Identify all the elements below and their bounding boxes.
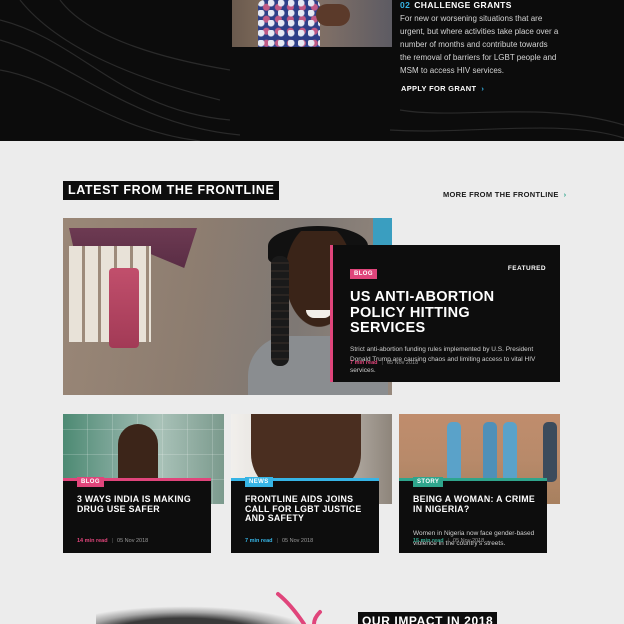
publish-date: 05 Nov 2018	[453, 538, 485, 544]
article-card[interactable]: BLOG 3 WAYS INDIA IS MAKING DRUG USE SAF…	[63, 414, 224, 553]
featured-title[interactable]: US ANTI-ABORTION POLICY HITTING SERVICES	[350, 289, 544, 337]
publish-date: 05 Nov 2018	[281, 538, 314, 544]
article-meta: 14 min read | 05 Nov 2018	[77, 538, 149, 544]
grant-title: 02 CHALLENGE GRANTS	[400, 0, 512, 10]
grants-band: 02 CHALLENGE GRANTS For new or worsening …	[0, 0, 624, 141]
grant-photo	[232, 0, 392, 47]
read-time: 7 min read	[245, 538, 273, 544]
chevron-right-icon: ›	[481, 84, 485, 93]
article-card-body: NEWS FRONTLINE AIDS JOINS CALL FOR LGBT …	[231, 477, 379, 553]
category-tag[interactable]: NEWS	[245, 477, 273, 487]
read-time: 7 min read	[350, 360, 378, 366]
read-time: 14 min read	[77, 538, 108, 544]
category-tag[interactable]: BLOG	[77, 477, 104, 487]
category-tag[interactable]: BLOG	[350, 269, 377, 279]
grant-number: 02	[400, 0, 411, 10]
article-card-body: STORY BEING A WOMAN: A CRIME IN NIGERIA?…	[399, 477, 547, 553]
more-from-frontline-link[interactable]: MORE FROM THE FRONTLINE ›	[443, 190, 566, 199]
article-meta: 15 min read | 05 Nov 2018	[413, 538, 485, 544]
grant-title-text: CHALLENGE GRANTS	[414, 0, 512, 10]
article-card-body: BLOG 3 WAYS INDIA IS MAKING DRUG USE SAF…	[63, 477, 211, 553]
article-meta: 7 min read | 05 Nov 2018	[245, 538, 314, 544]
featured-article-card[interactable]: BLOG FEATURED US ANTI-ABORTION POLICY HI…	[330, 245, 560, 382]
impact-heading: OUR IMPACT IN 2018	[358, 612, 498, 624]
decorative-swoosh	[276, 592, 322, 624]
apply-for-grant-link[interactable]: APPLY FOR GRANT ›	[401, 84, 484, 93]
featured-label: FEATURED	[507, 265, 546, 272]
more-label: MORE FROM THE FRONTLINE	[443, 190, 559, 199]
article-meta: 7 min read | 05 Nov 2018	[350, 360, 419, 366]
publish-date: 05 Nov 2018	[117, 538, 149, 544]
article-title[interactable]: BEING A WOMAN: A CRIME IN NIGERIA?	[413, 494, 537, 514]
grant-description: For new or worsening situations that are…	[400, 14, 559, 75]
article-card[interactable]: STORY BEING A WOMAN: A CRIME IN NIGERIA?…	[399, 414, 560, 553]
latest-heading: LATEST FROM THE FRONTLINE	[63, 181, 280, 200]
category-tag[interactable]: STORY	[413, 477, 444, 487]
article-card[interactable]: NEWS FRONTLINE AIDS JOINS CALL FOR LGBT …	[231, 414, 392, 553]
publish-date: 05 Nov 2018	[386, 360, 419, 366]
apply-label: APPLY FOR GRANT	[401, 84, 477, 93]
article-title[interactable]: 3 WAYS INDIA IS MAKING DRUG USE SAFER	[77, 494, 201, 514]
article-title[interactable]: FRONTLINE AIDS JOINS CALL FOR LGBT JUSTI…	[245, 494, 369, 524]
read-time: 15 min read	[413, 538, 444, 544]
chevron-right-icon: ›	[563, 190, 567, 199]
